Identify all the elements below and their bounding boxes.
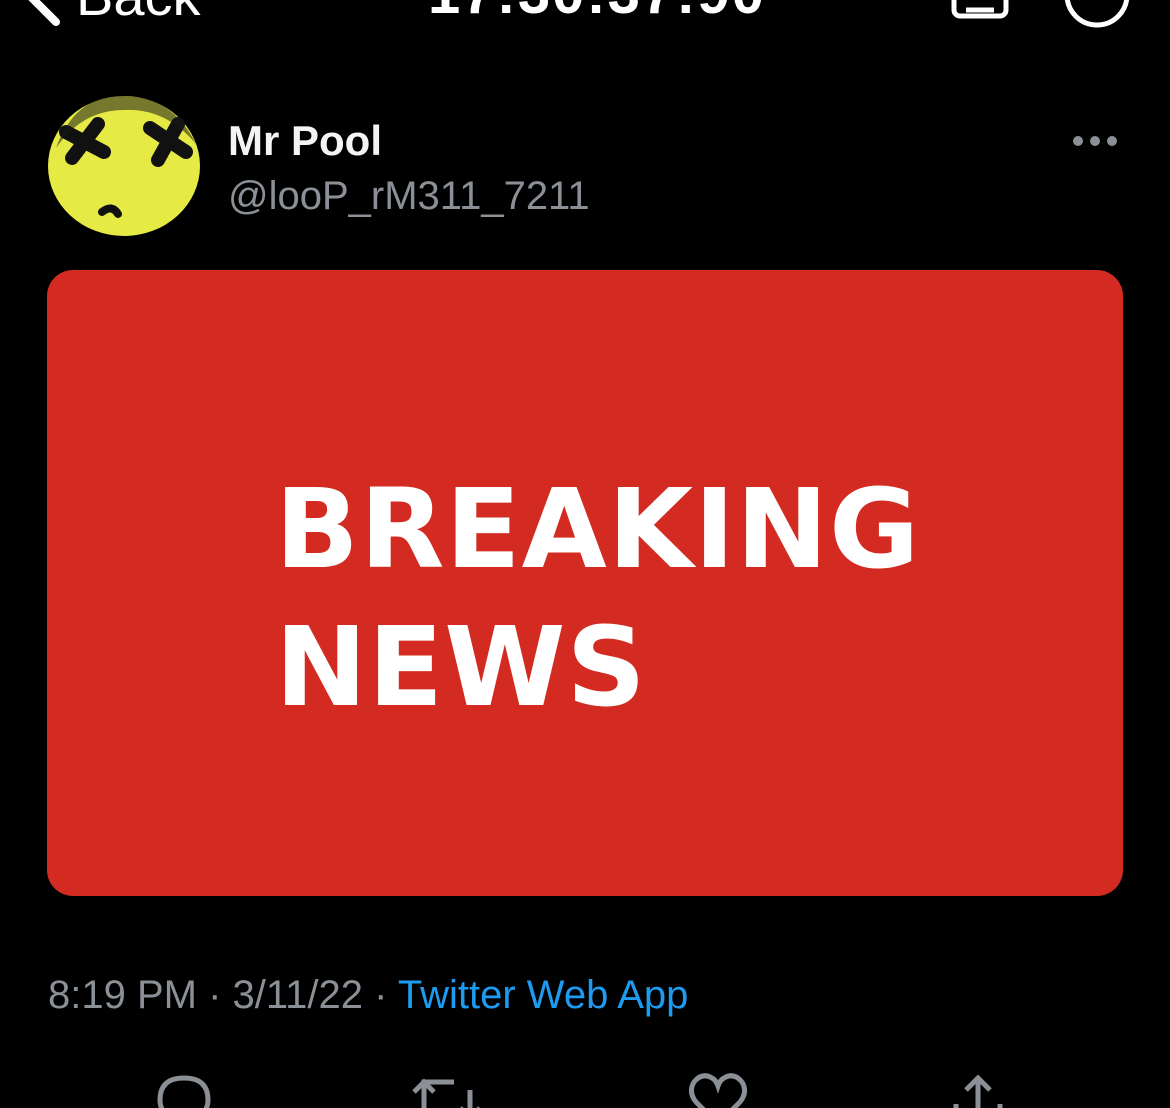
tweet-date: 3/11/22 xyxy=(232,973,364,1017)
share-icon xyxy=(953,1074,1003,1108)
like-button[interactable] xyxy=(686,1070,750,1108)
open-external-icon[interactable] xyxy=(950,0,1010,25)
avatar-image xyxy=(48,95,200,236)
display-name[interactable]: Mr Pool xyxy=(228,116,382,166)
options-circle-icon[interactable] xyxy=(1062,0,1132,30)
more-horizontal-icon xyxy=(1073,136,1117,146)
avatar[interactable] xyxy=(46,88,202,240)
retweet-button[interactable] xyxy=(410,1070,484,1108)
back-label: Back xyxy=(76,0,201,26)
reply-icon xyxy=(157,1075,211,1108)
tweet-time: 8:19 PM xyxy=(48,973,197,1017)
meta-separator: · xyxy=(208,973,222,1017)
retweet-icon xyxy=(412,1078,480,1108)
media-line-1: BREAKING xyxy=(275,465,921,593)
share-button[interactable] xyxy=(946,1070,1010,1108)
meta-separator: · xyxy=(374,973,388,1017)
chevron-left-icon xyxy=(28,0,60,26)
reply-button[interactable] xyxy=(152,1070,216,1108)
user-handle[interactable]: @looP_rM311_7211 xyxy=(228,172,590,220)
more-options-button[interactable] xyxy=(1070,126,1120,156)
media-line-2: NEWS xyxy=(275,603,647,731)
top-nav-bar: Back 17:30:37:90 xyxy=(0,0,1170,30)
nav-title: 17:30:37:90 xyxy=(428,0,766,24)
tweet-action-bar xyxy=(0,1060,1170,1108)
heart-icon xyxy=(688,1073,748,1108)
tweet-media-image[interactable]: BREAKING NEWS xyxy=(47,270,1123,896)
back-button[interactable]: Back xyxy=(22,0,201,26)
tweet-meta: 8:19 PM · 3/11/22 · Twitter Web App xyxy=(48,970,688,1020)
tweet-source-link[interactable]: Twitter Web App xyxy=(398,973,689,1017)
media-headline: BREAKING NEWS xyxy=(275,460,920,736)
